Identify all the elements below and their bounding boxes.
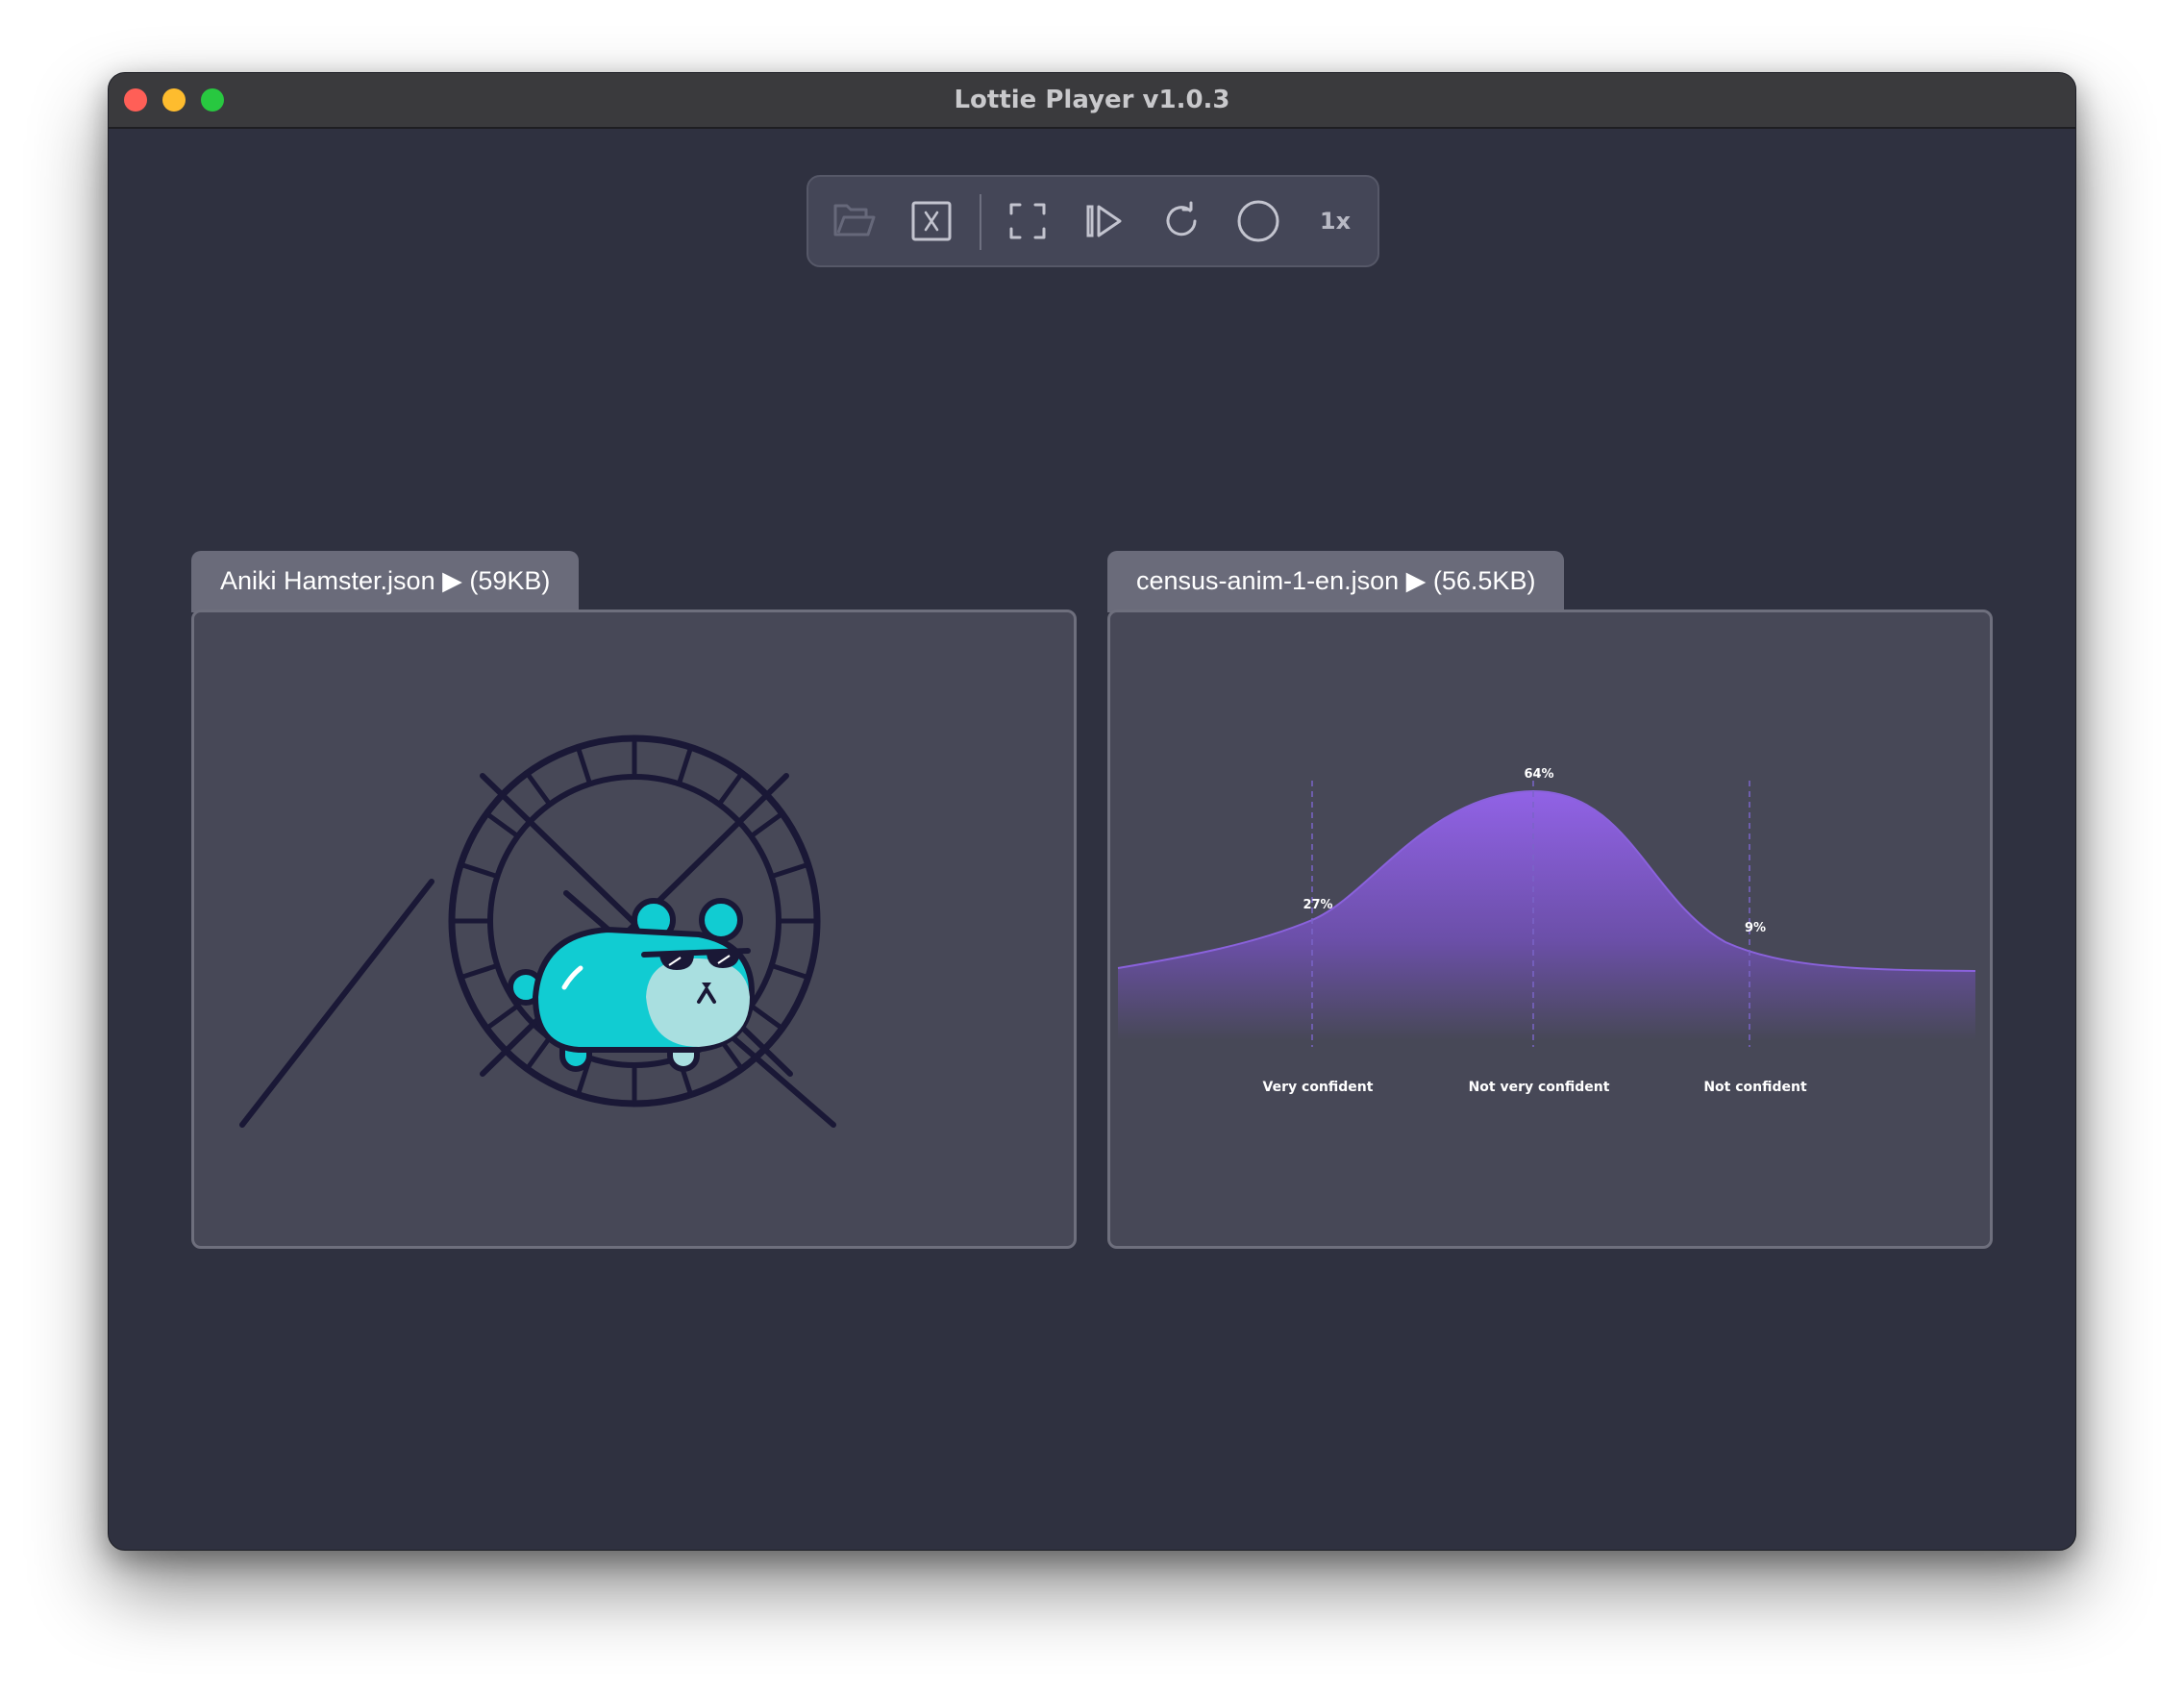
refresh-icon bbox=[1166, 201, 1197, 236]
census-area bbox=[1118, 791, 1975, 1040]
wheel-rung bbox=[575, 744, 593, 786]
player-toolbar: 1x bbox=[807, 175, 1379, 267]
tab-aniki-hamster[interactable]: Aniki Hamster.json ▶ (59KB) bbox=[191, 551, 580, 612]
background-color-button[interactable] bbox=[1231, 194, 1285, 248]
fullscreen-button[interactable] bbox=[1001, 194, 1055, 248]
wheel-rung bbox=[484, 810, 521, 839]
wheel-rung bbox=[458, 962, 500, 981]
census-area-chart: 27% Very confident 64% Not very confident 9%… bbox=[1117, 767, 1976, 1095]
value-label: 27% bbox=[1303, 898, 1332, 912]
wheel-rung bbox=[748, 1003, 785, 1032]
close-file-icon bbox=[911, 201, 952, 241]
value-label: 9% bbox=[1745, 921, 1766, 935]
desktop-background: Lottie Player v1.0.3 1x Aniki Hamster.js… bbox=[0, 0, 2184, 1692]
hamster-animation bbox=[239, 734, 836, 1128]
hamster-animation-panel bbox=[191, 610, 1077, 1249]
wheel-rung bbox=[769, 962, 811, 981]
speed-label: 1x bbox=[1319, 208, 1352, 235]
app-window: Lottie Player v1.0.3 1x Aniki Hamster.js… bbox=[108, 72, 2076, 1551]
census-animation-panel: 27% Very confident 64% Not very confident 9%… bbox=[1107, 610, 1993, 1249]
category-label: Not very confident bbox=[1469, 1080, 1610, 1095]
open-file-button[interactable] bbox=[828, 194, 881, 248]
wheel-rung bbox=[458, 861, 500, 880]
window-title: Lottie Player v1.0.3 bbox=[954, 86, 1230, 114]
speed-button[interactable]: 1x bbox=[1308, 194, 1362, 248]
fullscreen-icon bbox=[1009, 203, 1046, 239]
wheel-rung bbox=[484, 1003, 521, 1032]
wheel-rung bbox=[524, 1034, 553, 1072]
wheel-rung bbox=[676, 744, 694, 786]
record-circle-icon bbox=[1237, 200, 1279, 242]
loop-button[interactable] bbox=[1154, 194, 1208, 248]
tab-census-anim[interactable]: census-anim-1-en.json ▶ (56.5KB) bbox=[1107, 551, 1565, 612]
wheel-rung bbox=[769, 861, 811, 880]
category-label: Not confident bbox=[1703, 1080, 1807, 1095]
wheel-rung bbox=[748, 810, 785, 839]
toolbar-separator bbox=[980, 194, 981, 250]
title-bar[interactable]: Lottie Player v1.0.3 bbox=[109, 73, 2075, 129]
folder-open-icon bbox=[833, 204, 876, 236]
wheel-rung bbox=[716, 770, 745, 808]
wheel-rung bbox=[524, 770, 553, 808]
category-label: Very confident bbox=[1263, 1080, 1374, 1095]
step-forward-button[interactable] bbox=[1078, 194, 1131, 248]
step-forward-icon bbox=[1086, 205, 1122, 237]
value-label: 64% bbox=[1524, 767, 1553, 782]
close-file-button[interactable] bbox=[905, 194, 958, 248]
